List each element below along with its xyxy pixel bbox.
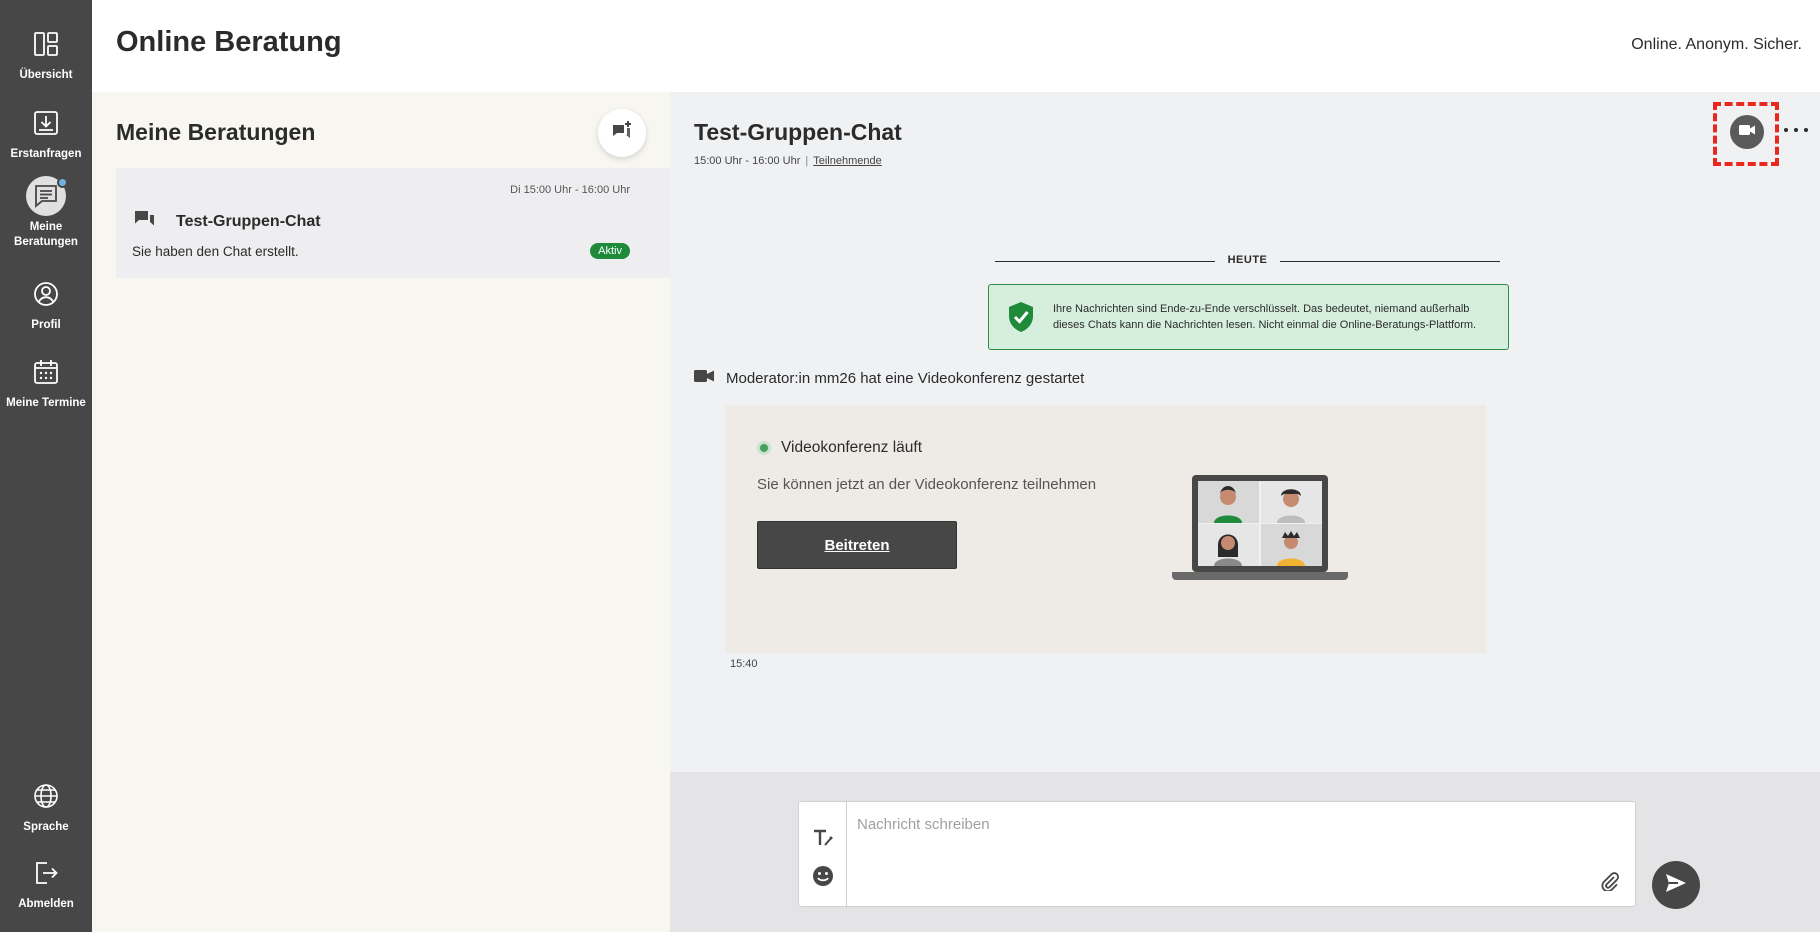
calendar-icon — [26, 352, 66, 392]
day-divider: HEUTE — [995, 252, 1500, 272]
message-list-icon — [26, 176, 68, 216]
sidebar-nav: Übersicht Erstanfragen Meine Beratungen … — [0, 0, 92, 932]
start-video-call-button[interactable] — [1730, 115, 1764, 149]
dot — [1794, 128, 1798, 132]
day-divider-label: HEUTE — [1227, 254, 1268, 266]
sidebar-item-uebersicht[interactable]: Übersicht — [0, 24, 92, 83]
sidebar-item-sprache[interactable]: Sprache — [0, 776, 92, 835]
sidebar-item-abmelden[interactable]: Abmelden — [0, 853, 92, 912]
shield-check-icon — [1007, 301, 1035, 338]
new-group-chat-button[interactable] — [598, 109, 646, 157]
message-composer-bar — [670, 772, 1820, 932]
join-video-button[interactable]: Beitreten — [757, 521, 957, 569]
user-circle-icon — [26, 274, 66, 314]
sidebar-item-profil[interactable]: Profil — [0, 274, 92, 333]
message-timestamp: 15:40 — [730, 658, 758, 670]
more-options-button[interactable] — [1784, 122, 1808, 138]
video-conference-status: Videokonferenz läuft — [757, 439, 922, 457]
e2e-notice-text: Ihre Nachrichten sind Ende-zu-Ende versc… — [1053, 303, 1477, 331]
participants-link[interactable]: Teilnehmende — [813, 155, 882, 167]
dot — [1784, 128, 1788, 132]
event-text: Moderator:in mm26 hat eine Videokonferen… — [726, 370, 1085, 387]
divider-line — [1280, 261, 1500, 262]
video-camera-icon — [1739, 123, 1755, 141]
text-format-button[interactable] — [811, 828, 835, 852]
sidebar-item-label: Meine Beratungen — [14, 221, 78, 248]
chat-title: Test-Gruppen-Chat — [694, 119, 902, 145]
chat-time-range: 15:00 Uhr - 16:00 Uhr — [694, 155, 801, 167]
send-message-button[interactable] — [1652, 861, 1700, 909]
notification-dot — [57, 177, 68, 188]
video-card-description: Sie können jetzt an der Videokonferenz t… — [757, 476, 1097, 493]
sidebar-item-meine-termine[interactable]: Meine Termine — [0, 352, 92, 411]
inbox-download-icon — [26, 103, 66, 143]
send-icon — [1665, 872, 1687, 899]
video-event-message: Moderator:in mm26 hat eine Videokonferen… — [694, 369, 1084, 388]
globe-icon — [26, 776, 66, 816]
live-indicator-icon — [757, 441, 771, 455]
list-title: Meine Beratungen — [116, 119, 316, 145]
status-badge: Aktiv — [590, 243, 630, 259]
session-name: Test-Gruppen-Chat — [176, 213, 321, 230]
message-composer — [798, 801, 1636, 907]
dot — [1804, 128, 1808, 132]
video-camera-icon — [694, 369, 714, 388]
text-format-icon — [812, 827, 834, 854]
smiley-icon — [812, 865, 834, 892]
logout-icon — [26, 853, 66, 893]
group-chat-icon — [133, 208, 157, 237]
session-last-message: Sie haben den Chat erstellt. — [132, 244, 299, 259]
session-date: Di 15:00 Uhr - 16:00 Uhr — [510, 184, 630, 196]
app-title: Online Beratung — [116, 26, 342, 58]
video-conference-card: Videokonferenz läuft Sie können jetzt an… — [725, 405, 1486, 653]
composer-toolbar — [799, 802, 847, 906]
emoji-button[interactable] — [811, 865, 835, 892]
session-list-panel: Meine Beratungen Di 15:00 Uhr - 16:00 Uh… — [92, 92, 670, 932]
subtitle-separator: | — [805, 155, 809, 167]
sidebar-item-label: Übersicht — [19, 69, 73, 81]
header-claim: Online. Anonym. Sicher. — [1631, 36, 1802, 53]
sidebar-item-label: Sprache — [23, 821, 69, 833]
sidebar-item-erstanfragen[interactable]: Erstanfragen — [0, 103, 92, 162]
video-status-text: Videokonferenz läuft — [781, 439, 923, 456]
paperclip-icon — [1600, 871, 1620, 896]
sidebar-item-label: Profil — [31, 319, 61, 331]
e2e-encryption-notice: Ihre Nachrichten sind Ende-zu-Ende versc… — [988, 284, 1509, 350]
app-header: Online Beratung Online. Anonym. Sicher. — [92, 0, 1820, 92]
chat-subtitle: 15:00 Uhr - 16:00 Uhr | Teilnehmende — [694, 155, 882, 167]
chat-plus-icon — [610, 119, 634, 148]
sidebar-item-label: Meine Termine — [6, 397, 86, 409]
sidebar-item-meine-beratungen[interactable]: Meine Beratungen — [0, 176, 92, 250]
chat-panel: Test-Gruppen-Chat 15:00 Uhr - 16:00 Uhr |… — [670, 92, 1820, 772]
message-input[interactable] — [848, 802, 1588, 902]
dashboard-icon — [26, 24, 66, 64]
attach-file-button[interactable] — [1599, 871, 1621, 896]
laptop-video-call-illustration — [1172, 475, 1348, 586]
sidebar-item-label: Erstanfragen — [10, 148, 82, 160]
sidebar-item-label: Abmelden — [18, 898, 74, 910]
session-list-item[interactable]: Di 15:00 Uhr - 16:00 Uhr Test-Gruppen-Ch… — [116, 168, 670, 278]
